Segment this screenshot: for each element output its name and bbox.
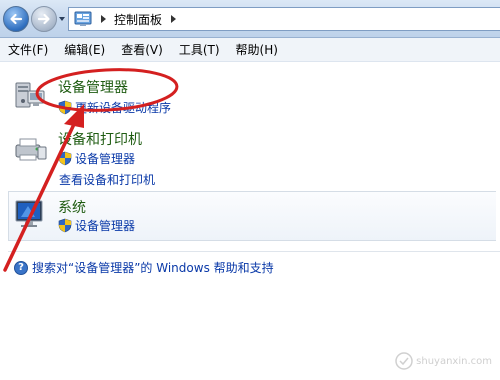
help-search-link[interactable]: ? 搜索对“设备管理器”的 Windows 帮助和支持 bbox=[14, 259, 274, 276]
menu-view[interactable]: 查看(V) bbox=[115, 41, 169, 58]
result-title-system[interactable]: 系统 bbox=[58, 197, 86, 217]
link-update-device-drivers[interactable]: 更新设备驱动程序 bbox=[58, 99, 171, 116]
forward-arrow-icon bbox=[37, 13, 50, 25]
back-arrow-icon bbox=[10, 13, 23, 25]
forward-button[interactable] bbox=[31, 6, 57, 32]
uac-shield-icon bbox=[58, 151, 72, 166]
devices-and-printers-icon bbox=[15, 138, 47, 161]
link-device-manager[interactable]: 设备管理器 bbox=[58, 217, 135, 234]
result-title-devices-and-printers[interactable]: 设备和打印机 bbox=[58, 129, 142, 149]
result-device-manager: 设备管理器 更新设备驱动程序 bbox=[12, 77, 312, 121]
search-results: 设备管理器 更新设备驱动程序 设备和打印机 设备管理器 查看设备和打印机 系统 … bbox=[0, 63, 500, 380]
uac-shield-icon bbox=[58, 100, 72, 115]
breadcrumb-separator-icon[interactable] bbox=[98, 14, 108, 24]
address-bar[interactable]: 控制面板 bbox=[68, 7, 500, 31]
result-system: 系统 设备管理器 bbox=[12, 197, 312, 237]
menu-file[interactable]: 文件(F) bbox=[2, 41, 54, 58]
watermark-logo-icon bbox=[395, 352, 413, 370]
uac-shield-icon bbox=[58, 218, 72, 233]
back-button[interactable] bbox=[3, 6, 29, 32]
device-manager-icon bbox=[15, 82, 45, 108]
menu-tools[interactable]: 工具(T) bbox=[173, 41, 226, 58]
navigation-bar: 控制面板 bbox=[0, 0, 500, 38]
system-icon bbox=[15, 200, 43, 227]
link-label: 设备管理器 bbox=[75, 152, 136, 166]
result-devices-and-printers: 设备和打印机 设备管理器 查看设备和打印机 bbox=[12, 129, 312, 189]
link-device-manager[interactable]: 设备管理器 bbox=[58, 150, 135, 167]
help-search-label: 搜索对“设备管理器”的 Windows 帮助和支持 bbox=[32, 261, 274, 275]
watermark: shuyanxin.com bbox=[395, 352, 492, 370]
menu-help[interactable]: 帮助(H) bbox=[230, 41, 284, 58]
result-title-device-manager[interactable]: 设备管理器 bbox=[58, 77, 128, 97]
link-label: 更新设备驱动程序 bbox=[75, 101, 172, 115]
help-icon: ? bbox=[14, 260, 28, 275]
divider bbox=[8, 251, 500, 252]
link-view-devices-and-printers[interactable]: 查看设备和打印机 bbox=[59, 171, 155, 188]
link-label: 设备管理器 bbox=[75, 219, 136, 233]
menu-bar: 文件(F) 编辑(E) 查看(V) 工具(T) 帮助(H) bbox=[0, 38, 500, 62]
breadcrumb-control-panel[interactable]: 控制面板 bbox=[114, 11, 162, 28]
recent-pages-dropdown-icon[interactable] bbox=[58, 14, 66, 24]
menu-edit[interactable]: 编辑(E) bbox=[58, 41, 111, 58]
control-panel-icon bbox=[74, 11, 92, 26]
link-label: 查看设备和打印机 bbox=[59, 173, 156, 187]
watermark-text: shuyanxin.com bbox=[416, 355, 492, 367]
breadcrumb-separator-icon[interactable] bbox=[168, 14, 178, 24]
